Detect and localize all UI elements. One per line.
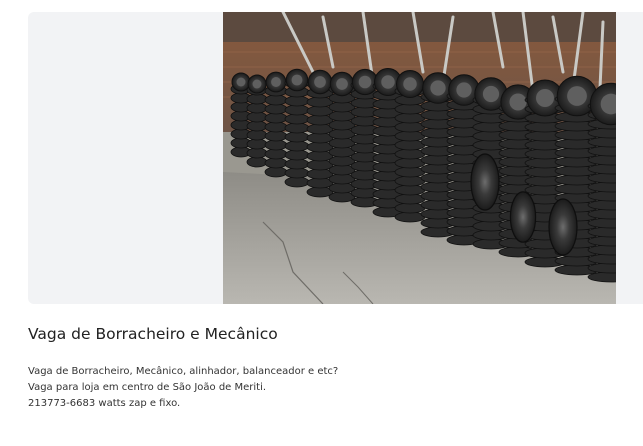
- listing-image-container[interactable]: [28, 12, 643, 304]
- tire-shop-photo[interactable]: [223, 12, 616, 304]
- description-line-2: Vaga para loja em centro de São João de …: [28, 382, 267, 393]
- description-line-1: Vaga de Borracheiro, Mecânico, alinhador…: [28, 366, 339, 377]
- listing-description: Vaga de Borracheiro, Mecânico, alinhador…: [28, 364, 338, 412]
- listing-title[interactable]: Vaga de Borracheiro e Mecânico: [28, 325, 278, 343]
- description-line-3: 213773-6683 watts zap e fixo.: [28, 398, 181, 409]
